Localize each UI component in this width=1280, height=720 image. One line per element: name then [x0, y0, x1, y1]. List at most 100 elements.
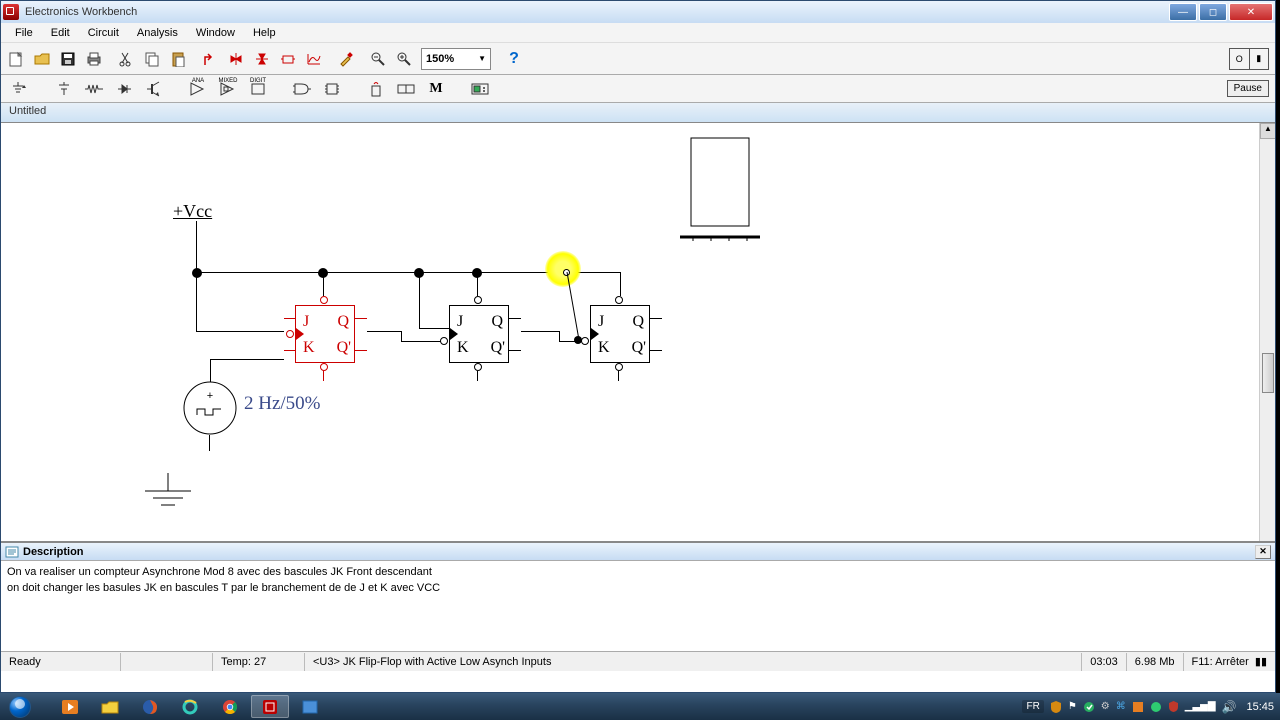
indicator-button[interactable]: [361, 77, 391, 101]
tray-network-icon[interactable]: ▁▃▅▇: [1185, 701, 1216, 712]
new-button[interactable]: [3, 46, 29, 72]
tray-bluetooth-icon[interactable]: ⌘: [1116, 701, 1126, 712]
analog-ic-button[interactable]: ANA: [183, 77, 213, 101]
start-button[interactable]: [0, 693, 40, 720]
titlebar[interactable]: Electronics Workbench — ◻ ✕: [1, 1, 1275, 23]
menu-analysis[interactable]: Analysis: [129, 25, 186, 41]
tray-shield-icon[interactable]: [1050, 700, 1062, 714]
tray-antivirus-icon[interactable]: [1168, 700, 1179, 713]
taskbar[interactable]: FR ⚑ ⚙ ⌘ ▁▃▅▇ 🔊 15:45: [0, 693, 1280, 720]
document-tab[interactable]: Untitled: [1, 103, 1275, 123]
language-indicator[interactable]: FR: [1022, 700, 1043, 713]
pin-q-label: Q: [337, 313, 349, 331]
description-close-button[interactable]: ✕: [1255, 545, 1271, 559]
digital-ic-button[interactable]: DIGIT: [243, 77, 273, 101]
display-instrument[interactable]: [679, 137, 761, 241]
taskbar-mediaplayer[interactable]: [51, 695, 89, 718]
wire: [620, 272, 621, 296]
description-line: On va realiser un compteur Asynchrone Mo…: [7, 564, 1269, 580]
tray-safely-remove-icon[interactable]: [1150, 701, 1162, 713]
chip-button[interactable]: [317, 77, 347, 101]
pin: [355, 350, 367, 351]
control-button[interactable]: [391, 77, 421, 101]
status-hint: <U3> JK Flip-Flop with Active Low Asynch…: [305, 653, 1082, 671]
save-button[interactable]: [55, 46, 81, 72]
cut-button[interactable]: [113, 46, 139, 72]
flipflop-u1[interactable]: J K Q Q': [295, 305, 355, 363]
clear-bubble: [615, 363, 623, 371]
clock-source[interactable]: +: [183, 381, 237, 435]
flipflop-u3[interactable]: J K Q Q': [590, 305, 650, 363]
taskbar-ie[interactable]: [171, 695, 209, 718]
menu-edit[interactable]: Edit: [43, 25, 78, 41]
taskbar-app[interactable]: [291, 695, 329, 718]
chevron-down-icon: ▼: [478, 54, 486, 63]
tray-clock[interactable]: 15:45: [1246, 701, 1274, 713]
wire: [196, 331, 284, 332]
menu-window[interactable]: Window: [188, 25, 243, 41]
statusbar: Ready Temp: 27 <U3> JK Flip-Flop with Ac…: [1, 651, 1275, 671]
close-button[interactable]: ✕: [1229, 3, 1273, 21]
tray-sync-icon[interactable]: [1083, 701, 1095, 713]
fliph-button[interactable]: [223, 46, 249, 72]
pin: [323, 371, 324, 381]
help-button[interactable]: ?: [501, 46, 527, 72]
resistor-button[interactable]: [79, 77, 109, 101]
print-button[interactable]: [81, 46, 107, 72]
transistor-button[interactable]: [139, 77, 169, 101]
rotate-button[interactable]: [197, 46, 223, 72]
tray-flag-icon[interactable]: ⚑: [1068, 701, 1077, 712]
svg-text:+: +: [207, 390, 213, 402]
schematic-canvas[interactable]: +Vcc J K Q Q': [1, 123, 1275, 541]
basic-button[interactable]: [49, 77, 79, 101]
vcc-label: +Vcc: [173, 201, 212, 222]
minimize-button[interactable]: —: [1169, 3, 1197, 21]
vertical-scrollbar[interactable]: ▲: [1259, 123, 1275, 541]
description-panel: Description ✕ On va realiser un compteur…: [1, 541, 1275, 651]
diode-button[interactable]: [109, 77, 139, 101]
scroll-thumb[interactable]: [1262, 353, 1274, 393]
pin: [355, 318, 367, 319]
zoom-value: 150%: [426, 53, 454, 65]
copy-button[interactable]: [139, 46, 165, 72]
menu-help[interactable]: Help: [245, 25, 284, 41]
zoomin-button[interactable]: [391, 46, 417, 72]
zoomout-button[interactable]: [365, 46, 391, 72]
paste-button[interactable]: [165, 46, 191, 72]
pin-qb-label: Q': [491, 339, 505, 357]
zoom-select[interactable]: 150% ▼: [421, 48, 491, 70]
tray-gears-icon[interactable]: ⚙: [1101, 701, 1110, 712]
sources-button[interactable]: [3, 77, 33, 101]
pin-q-label: Q: [491, 313, 503, 331]
tray-hotspot-icon[interactable]: [1132, 701, 1144, 713]
misc-button[interactable]: M: [421, 77, 451, 101]
maximize-button[interactable]: ◻: [1199, 3, 1227, 21]
simulate-switch[interactable]: O▮: [1229, 48, 1269, 70]
taskbar-ewb[interactable]: [251, 695, 289, 718]
clk-bubble: [581, 337, 589, 345]
status-f11[interactable]: F11: Arrêter ▮▮: [1184, 653, 1275, 671]
scroll-up-button[interactable]: ▲: [1260, 123, 1275, 139]
pause-button[interactable]: Pause: [1227, 80, 1269, 97]
instruments-button[interactable]: [465, 77, 495, 101]
description-header[interactable]: Description ✕: [1, 543, 1275, 561]
properties-button[interactable]: [333, 46, 359, 72]
taskbar-chrome[interactable]: [211, 695, 249, 718]
subcircuit-button[interactable]: [275, 46, 301, 72]
menu-file[interactable]: File: [7, 25, 41, 41]
app-window: Electronics Workbench — ◻ ✕ File Edit Ci…: [0, 0, 1276, 693]
graph-button[interactable]: [301, 46, 327, 72]
mixed-ic-button[interactable]: MIXED: [213, 77, 243, 101]
flipv-button[interactable]: [249, 46, 275, 72]
pin-k-label: K: [303, 339, 315, 357]
preset-bubble: [320, 296, 328, 304]
taskbar-firefox[interactable]: [131, 695, 169, 718]
open-button[interactable]: [29, 46, 55, 72]
description-body[interactable]: On va realiser un compteur Asynchrone Mo…: [1, 561, 1275, 651]
taskbar-explorer[interactable]: [91, 695, 129, 718]
flipflop-u2[interactable]: J K Q Q': [449, 305, 509, 363]
menu-circuit[interactable]: Circuit: [80, 25, 127, 41]
ground-symbol[interactable]: [139, 473, 197, 513]
tray-volume-icon[interactable]: 🔊: [1222, 700, 1237, 714]
gate-button[interactable]: [287, 77, 317, 101]
